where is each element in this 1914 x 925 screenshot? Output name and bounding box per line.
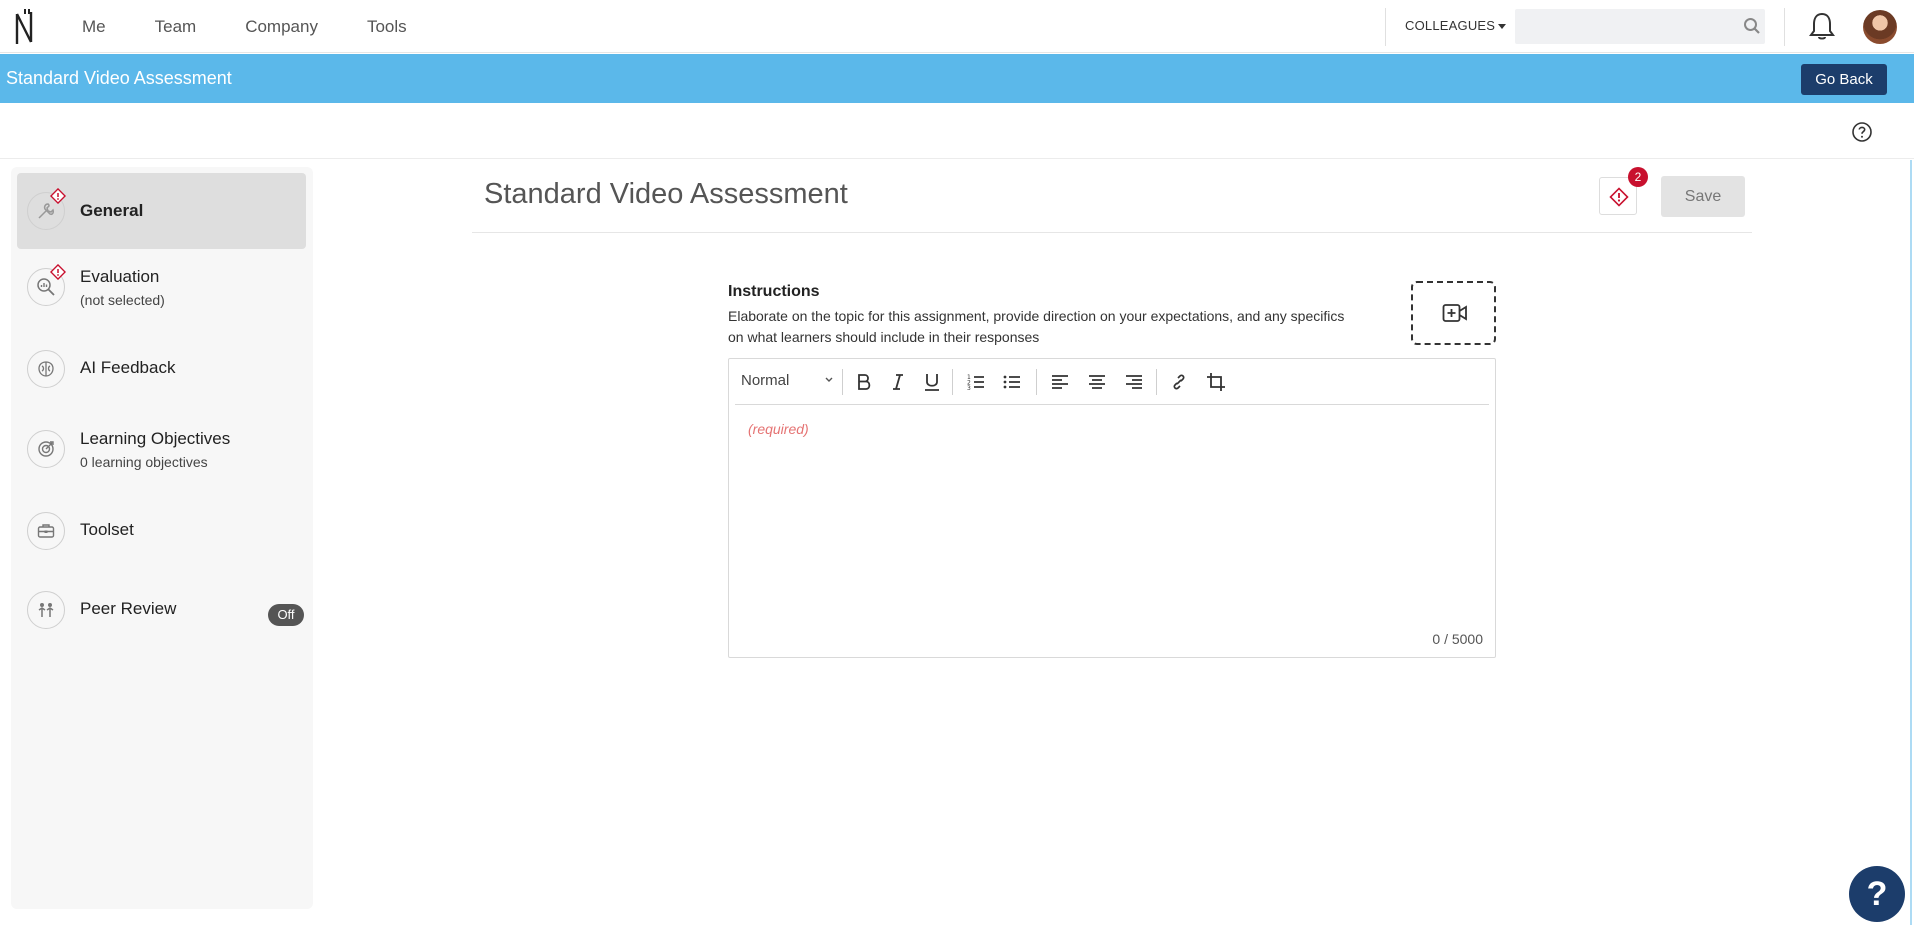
instructions-editor: Normal 123 (required) 0 / 5000 bbox=[728, 358, 1496, 658]
go-back-button[interactable]: Go Back bbox=[1801, 64, 1887, 95]
sidebar-item-peer-review[interactable]: Peer Review Off bbox=[17, 572, 306, 648]
bell-icon[interactable] bbox=[1808, 11, 1836, 41]
editor-toolbar: Normal 123 bbox=[729, 359, 1495, 405]
sidebar-item-label: AI Feedback bbox=[80, 358, 176, 377]
chevron-down-icon[interactable] bbox=[824, 376, 834, 384]
sidebar-item-toolset[interactable]: Toolset bbox=[17, 493, 306, 569]
sidebar-item-learning-objectives[interactable]: Learning Objectives 0 learning objective… bbox=[17, 411, 306, 487]
sidebar-item-label: Peer Review bbox=[80, 599, 177, 618]
sidebar-item-evaluation[interactable]: Evaluation (not selected) bbox=[17, 249, 306, 325]
italic-icon[interactable] bbox=[887, 371, 909, 393]
format-select[interactable]: Normal bbox=[741, 372, 789, 389]
nav-team[interactable]: Team bbox=[155, 17, 197, 37]
colleagues-dropdown[interactable]: COLLEAGUES bbox=[1405, 18, 1507, 33]
nav-me[interactable]: Me bbox=[82, 17, 106, 37]
align-left-icon[interactable] bbox=[1049, 371, 1071, 393]
nav-company[interactable]: Company bbox=[245, 17, 318, 37]
sidebar-item-label: Evaluation bbox=[80, 267, 160, 286]
warning-icon bbox=[1609, 187, 1629, 207]
alert-count-badge: 2 bbox=[1628, 167, 1648, 187]
nav-divider bbox=[1784, 8, 1785, 46]
top-navbar: Me Team Company Tools COLLEAGUES bbox=[0, 0, 1914, 53]
user-avatar[interactable] bbox=[1863, 10, 1897, 44]
video-plus-icon bbox=[1442, 304, 1467, 322]
brain-icon bbox=[27, 350, 65, 388]
search-icon[interactable] bbox=[1743, 17, 1761, 35]
sidebar-item-label: General bbox=[80, 201, 144, 220]
bullet-list-icon[interactable] bbox=[1001, 371, 1023, 393]
title-divider bbox=[472, 232, 1752, 233]
help-fab-button[interactable]: ? bbox=[1849, 866, 1905, 922]
warning-icon bbox=[50, 188, 66, 204]
toolbar-divider bbox=[735, 404, 1489, 405]
banner-title: Standard Video Assessment bbox=[6, 68, 232, 88]
toolbar-separator bbox=[1156, 369, 1157, 395]
ordered-list-icon[interactable]: 123 bbox=[965, 371, 987, 393]
brand-logo[interactable] bbox=[14, 8, 36, 46]
page-banner: Standard Video Assessment bbox=[0, 54, 1914, 103]
colleagues-label: COLLEAGUES bbox=[1405, 18, 1496, 33]
crop-icon[interactable] bbox=[1205, 371, 1227, 393]
nav-divider bbox=[1385, 8, 1386, 46]
sidebar-item-general[interactable]: General bbox=[17, 173, 306, 249]
scroll-edge bbox=[1910, 160, 1912, 925]
toolbar-separator bbox=[952, 369, 953, 395]
align-center-icon[interactable] bbox=[1086, 371, 1108, 393]
caret-down-icon bbox=[1498, 24, 1507, 30]
sidebar-item-ai-feedback[interactable]: AI Feedback bbox=[17, 331, 306, 407]
warning-icon bbox=[50, 264, 66, 280]
help-circle-icon[interactable] bbox=[1851, 121, 1873, 143]
toolbox-icon bbox=[27, 512, 65, 550]
editor-placeholder[interactable]: (required) bbox=[748, 421, 809, 437]
instructions-heading: Instructions bbox=[728, 283, 820, 300]
link-icon[interactable] bbox=[1168, 371, 1190, 393]
search-input[interactable] bbox=[1515, 9, 1765, 44]
bold-icon[interactable] bbox=[853, 371, 875, 393]
instructions-description: Elaborate on the topic for this assignme… bbox=[728, 308, 1345, 345]
sidebar-item-sub: (not selected) bbox=[80, 292, 165, 308]
target-icon bbox=[27, 430, 65, 468]
people-icon bbox=[27, 591, 65, 629]
underline-icon[interactable] bbox=[921, 371, 943, 393]
add-video-button[interactable] bbox=[1411, 281, 1496, 345]
align-right-icon[interactable] bbox=[1123, 371, 1145, 393]
toolbar-separator bbox=[842, 369, 843, 395]
svg-text:3: 3 bbox=[967, 385, 971, 392]
toolbar-separator bbox=[1036, 369, 1037, 395]
settings-sidebar: General Evaluation (not selected) AI Fee… bbox=[11, 167, 313, 909]
character-counter: 0 / 5000 bbox=[1432, 631, 1483, 647]
sidebar-item-label: Learning Objectives bbox=[80, 429, 231, 448]
main-nav: Me Team Company Tools bbox=[82, 0, 456, 53]
page-title: Standard Video Assessment bbox=[484, 178, 848, 210]
nav-tools[interactable]: Tools bbox=[367, 17, 407, 37]
peer-review-toggle[interactable]: Off bbox=[268, 604, 304, 626]
sidebar-item-sub: 0 learning objectives bbox=[80, 454, 208, 470]
save-button[interactable]: Save bbox=[1661, 176, 1745, 217]
sub-header bbox=[0, 103, 1914, 159]
sidebar-item-label: Toolset bbox=[80, 520, 134, 539]
